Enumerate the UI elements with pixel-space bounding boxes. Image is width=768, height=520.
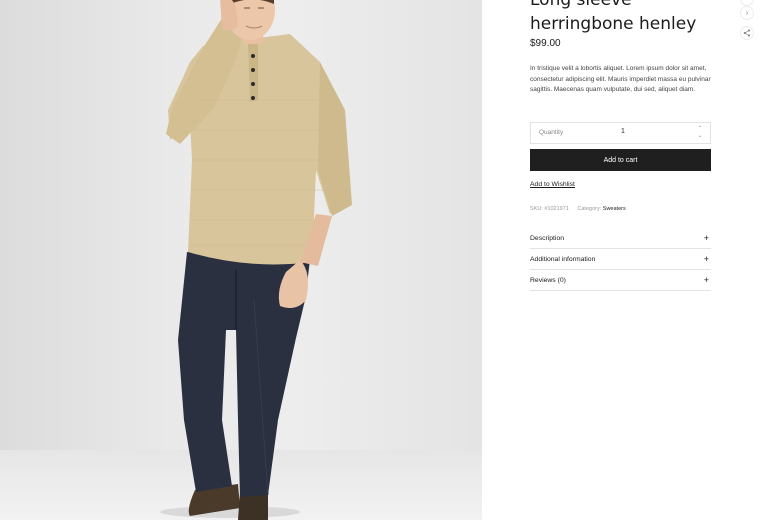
plus-icon[interactable]: +	[704, 254, 709, 264]
share-button[interactable]	[740, 26, 754, 40]
quantity-label: Quantity	[539, 129, 564, 136]
category-link[interactable]: Sweaters	[603, 206, 626, 212]
sku-label: SKU:	[530, 206, 543, 212]
product-meta: SKU: #1021971 Category: Sweaters	[530, 206, 626, 212]
share-icon	[743, 29, 751, 37]
chevron-up-icon[interactable]: ⌃	[696, 126, 704, 133]
category-label: Category:	[577, 206, 602, 212]
product-description: In tristique velit a lobortis aliquet. L…	[530, 65, 711, 94]
add-to-cart-button[interactable]: Add to cart	[530, 149, 711, 171]
quantity-stepper[interactable]: ⌃ ⌄	[696, 126, 704, 141]
add-to-wishlist-link[interactable]: Add to Wishlist	[530, 181, 575, 188]
accordion-reviews[interactable]: Reviews (0) +	[530, 270, 711, 291]
chevron-right-icon: ›	[745, 9, 749, 17]
accordion-label: Description	[530, 234, 564, 242]
accordion-additional-information[interactable]: Additional information +	[530, 249, 711, 270]
sku-value: #1021971	[544, 206, 569, 212]
plus-icon[interactable]: +	[704, 275, 709, 285]
quantity-value[interactable]: 1	[621, 128, 625, 135]
product-image[interactable]	[0, 0, 482, 520]
product-price: $99.00	[530, 38, 561, 49]
accordion-label: Additional information	[530, 255, 596, 263]
plus-icon[interactable]: +	[704, 233, 709, 243]
product-tabs-accordion: Description + Additional information + R…	[530, 228, 711, 291]
quantity-field[interactable]: Quantity 1 ⌃ ⌄	[530, 122, 711, 144]
accordion-label: Reviews (0)	[530, 276, 566, 284]
chevron-down-icon[interactable]: ⌄	[696, 133, 704, 140]
model-illustration	[160, 0, 352, 520]
accordion-description[interactable]: Description +	[530, 228, 711, 249]
product-title: Long sleeve herringbone henley	[530, 0, 697, 34]
next-product-button[interactable]: ›	[740, 6, 754, 20]
product-page: Long sleeve herringbone henley $99.00 In…	[0, 0, 768, 520]
